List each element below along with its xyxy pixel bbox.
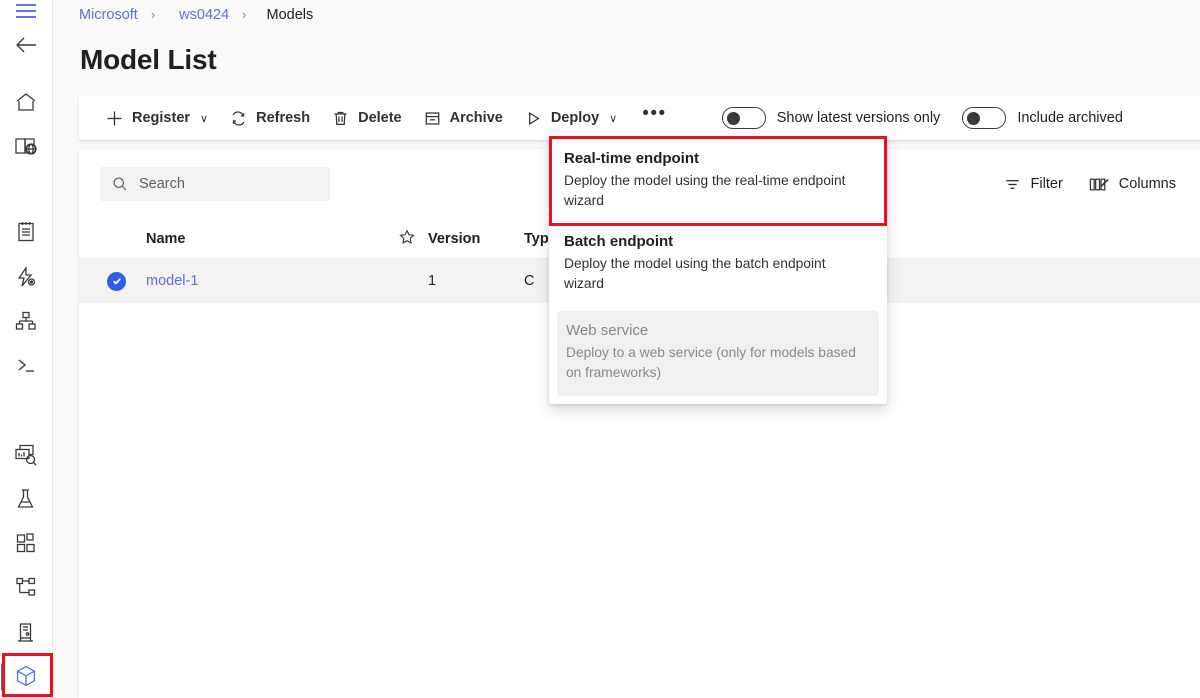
columns-edit-icon (1089, 176, 1109, 193)
search-icon (112, 176, 128, 192)
designer-icon[interactable] (0, 299, 53, 343)
experiment-flask-icon[interactable] (0, 477, 53, 521)
search-input[interactable] (139, 176, 318, 192)
deploy-label: Deploy (551, 110, 599, 126)
filter-label: Filter (1031, 176, 1063, 192)
sidebar-item-models[interactable] (0, 654, 53, 698)
filter-button[interactable]: Filter (1004, 176, 1063, 193)
menu-item-description: Deploy to a web service (only for models… (566, 343, 866, 383)
search-box[interactable] (100, 167, 330, 201)
breadcrumb-separator-1: › (151, 7, 155, 22)
notebook-icon[interactable] (0, 210, 53, 254)
delete-button[interactable]: Delete (321, 96, 413, 140)
register-button[interactable]: Register ∨ (95, 96, 219, 140)
column-header-version[interactable]: Version (428, 231, 524, 247)
breadcrumb: Microsoft › ws0424 › Models (79, 3, 313, 27)
back-arrow-icon[interactable] (0, 23, 53, 67)
models-cube-icon (14, 664, 38, 688)
refresh-icon (230, 110, 247, 127)
checkmark-icon (107, 272, 126, 291)
deploy-dropdown-menu: Real-time endpoint Deploy the model usin… (549, 134, 887, 404)
refresh-button[interactable]: Refresh (219, 96, 321, 140)
play-triangle-icon (525, 110, 542, 127)
chevron-down-icon: ∨ (200, 112, 208, 125)
include-archived-toggle[interactable]: Include archived (962, 96, 1123, 140)
breadcrumb-root[interactable]: Microsoft (79, 7, 138, 23)
delete-label: Delete (358, 110, 402, 126)
components-icon[interactable] (0, 521, 53, 565)
pipelines-icon[interactable] (0, 565, 53, 609)
row-version-cell: 1 (428, 273, 524, 289)
menu-item-title: Web service (566, 322, 870, 339)
columns-button[interactable]: Columns (1089, 176, 1176, 193)
star-icon (399, 229, 415, 249)
menu-item-batch-endpoint[interactable]: Batch endpoint Deploy the model using th… (549, 223, 887, 306)
content-header-actions: Filter Columns (1004, 176, 1176, 193)
chevron-down-icon: ∨ (609, 112, 617, 125)
archive-icon (424, 110, 441, 127)
automated-ml-icon[interactable] (0, 254, 53, 298)
menu-item-real-time-endpoint[interactable]: Real-time endpoint Deploy the model usin… (549, 140, 887, 223)
left-icon-rail (0, 0, 53, 698)
toggle-switch[interactable] (962, 107, 1006, 129)
register-label: Register (132, 110, 190, 126)
compute-icon[interactable] (0, 610, 53, 654)
archive-label: Archive (450, 110, 503, 126)
include-archived-label: Include archived (1017, 110, 1123, 126)
column-header-name[interactable]: Name (146, 231, 386, 247)
notebooks-globe-icon[interactable] (0, 124, 53, 168)
breadcrumb-workspace[interactable]: ws0424 (179, 7, 229, 23)
page-title: Model List (80, 44, 216, 76)
menu-item-description: Deploy the model using the real-time end… (564, 171, 864, 211)
menu-item-web-service: Web service Deploy to a web service (onl… (557, 311, 879, 396)
plus-icon (106, 110, 123, 127)
breadcrumb-separator-2: › (242, 7, 246, 22)
menu-icon[interactable] (0, 0, 53, 23)
refresh-label: Refresh (256, 110, 310, 126)
trash-icon (332, 110, 349, 127)
columns-label: Columns (1119, 176, 1176, 192)
archive-button[interactable]: Archive (413, 96, 514, 140)
toggle-knob (727, 112, 740, 125)
job-icon[interactable] (0, 433, 53, 477)
show-latest-versions-label: Show latest versions only (777, 110, 941, 126)
menu-item-title: Batch endpoint (564, 233, 872, 250)
app-root: Microsoft › ws0424 › Models Model List R… (0, 0, 1200, 698)
home-icon[interactable] (0, 80, 53, 124)
column-header-favorite[interactable] (386, 229, 428, 249)
toggle-switch[interactable] (722, 107, 766, 129)
active-indicator (1, 663, 5, 691)
breadcrumb-current: Models (267, 7, 314, 23)
terminal-icon[interactable] (0, 343, 53, 387)
toggle-knob (967, 112, 980, 125)
menu-item-title: Real-time endpoint (564, 150, 872, 167)
more-options-button[interactable]: ••• (628, 92, 680, 136)
row-select-checkbox[interactable] (79, 272, 146, 291)
row-model-name-link[interactable]: model-1 (146, 273, 386, 289)
filter-icon (1004, 176, 1021, 193)
menu-item-description: Deploy the model using the batch endpoin… (564, 254, 864, 294)
